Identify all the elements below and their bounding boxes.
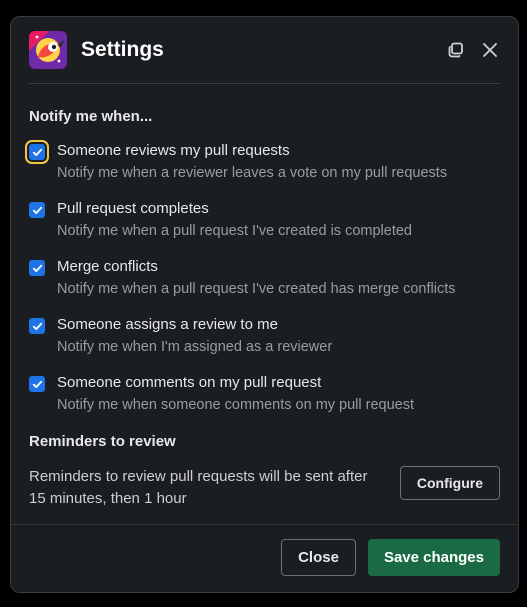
notify-option: Someone reviews my pull requestsNotify m… [29, 141, 500, 183]
option-texts: Merge conflictsNotify me when a pull req… [57, 257, 500, 299]
checkbox[interactable] [29, 260, 45, 276]
option-description: Notify me when someone comments on my pu… [57, 395, 500, 415]
checkbox[interactable] [29, 318, 45, 334]
modal-title: Settings [81, 38, 432, 62]
reminders-row: Reminders to review pull requests will b… [29, 466, 500, 510]
option-label: Someone reviews my pull requests [57, 141, 500, 161]
option-label: Someone comments on my pull request [57, 373, 500, 393]
checkbox[interactable] [29, 144, 45, 160]
option-texts: Someone comments on my pull requestNotif… [57, 373, 500, 415]
option-label: Merge conflicts [57, 257, 500, 277]
option-texts: Someone reviews my pull requestsNotify m… [57, 141, 500, 183]
save-button[interactable]: Save changes [368, 539, 500, 576]
notify-heading: Notify me when... [29, 108, 500, 125]
option-description: Notify me when a reviewer leaves a vote … [57, 163, 500, 183]
modal-content: Notify me when... Someone reviews my pul… [11, 84, 518, 524]
notify-option: Merge conflictsNotify me when a pull req… [29, 257, 500, 299]
configure-button[interactable]: Configure [400, 466, 500, 500]
notify-option: Someone assigns a review to meNotify me … [29, 315, 500, 357]
checkbox[interactable] [29, 202, 45, 218]
close-icon[interactable] [480, 40, 500, 60]
option-description: Notify me when a pull request I've creat… [57, 221, 500, 241]
settings-modal: Settings Notify me when... Someone revie… [10, 16, 519, 593]
option-texts: Pull request completesNotify me when a p… [57, 199, 500, 241]
close-button[interactable]: Close [281, 539, 356, 576]
app-icon [29, 31, 67, 69]
option-description: Notify me when I'm assigned as a reviewe… [57, 337, 500, 357]
notify-option: Someone comments on my pull requestNotif… [29, 373, 500, 415]
option-description: Notify me when a pull request I've creat… [57, 279, 500, 299]
window-controls [446, 40, 500, 60]
modal-header: Settings [11, 17, 518, 83]
notify-option: Pull request completesNotify me when a p… [29, 199, 500, 241]
option-label: Pull request completes [57, 199, 500, 219]
reminders-text: Reminders to review pull requests will b… [29, 466, 388, 510]
option-label: Someone assigns a review to me [57, 315, 500, 335]
option-texts: Someone assigns a review to meNotify me … [57, 315, 500, 357]
checkbox[interactable] [29, 376, 45, 392]
new-window-icon[interactable] [446, 40, 466, 60]
reminders-heading: Reminders to review [29, 433, 500, 450]
modal-footer: Close Save changes [11, 524, 518, 592]
